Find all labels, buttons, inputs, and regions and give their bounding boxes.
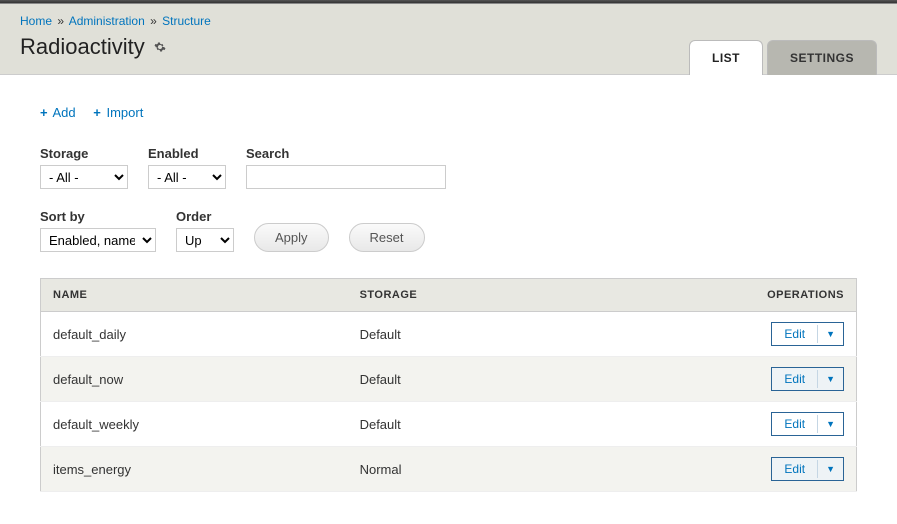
search-input[interactable]	[246, 165, 446, 189]
storage-select[interactable]: - All -	[40, 165, 128, 189]
cell-name: default_weekly	[41, 402, 348, 447]
edit-button[interactable]: Edit▼	[771, 412, 844, 436]
sortby-select[interactable]: Enabled, name	[40, 228, 156, 252]
filter-enabled: Enabled - All -	[148, 146, 226, 189]
breadcrumb-structure[interactable]: Structure	[162, 14, 211, 28]
cell-storage: Default	[348, 312, 575, 357]
reset-button[interactable]: Reset	[349, 223, 425, 252]
plus-icon: +	[93, 105, 101, 120]
plus-icon: +	[40, 105, 48, 120]
enabled-label: Enabled	[148, 146, 226, 161]
edit-label: Edit	[772, 323, 817, 345]
edit-label: Edit	[772, 413, 817, 435]
filters-row-1: Storage - All - Enabled - All - Search	[40, 146, 857, 189]
filter-search: Search	[246, 146, 446, 189]
edit-button[interactable]: Edit▼	[771, 457, 844, 481]
chevron-down-icon[interactable]: ▼	[817, 460, 843, 478]
col-operations: Operations	[575, 279, 857, 312]
filters-row-2: Sort by Enabled, name Order Up Apply Res…	[40, 209, 857, 252]
cell-storage: Normal	[348, 447, 575, 492]
cell-name: default_daily	[41, 312, 348, 357]
page-title-text: Radioactivity	[20, 34, 145, 60]
table-row: default_dailyDefault Edit▼	[41, 312, 857, 357]
search-label: Search	[246, 146, 446, 161]
cell-name: default_now	[41, 357, 348, 402]
order-label: Order	[176, 209, 234, 224]
header-region: Home » Administration » Structure Radioa…	[0, 4, 897, 75]
tab-list[interactable]: LIST	[689, 40, 763, 75]
tab-settings[interactable]: SETTINGS	[767, 40, 877, 75]
breadcrumb-sep: »	[57, 14, 64, 28]
edit-button[interactable]: Edit▼	[771, 322, 844, 346]
breadcrumb-administration[interactable]: Administration	[69, 14, 145, 28]
listing-table: Name Storage Operations default_dailyDef…	[40, 278, 857, 492]
filter-sortby: Sort by Enabled, name	[40, 209, 156, 252]
cell-storage: Default	[348, 402, 575, 447]
tabs: LIST SETTINGS	[689, 39, 877, 74]
filter-order: Order Up	[176, 209, 234, 252]
content: + Add + Import Storage - All - Enabled -…	[0, 75, 897, 522]
table-row: items_energyNormal Edit▼	[41, 447, 857, 492]
order-select[interactable]: Up	[176, 228, 234, 252]
filter-storage: Storage - All -	[40, 146, 128, 189]
col-name: Name	[41, 279, 348, 312]
cell-operations: Edit▼	[575, 447, 857, 492]
cell-operations: Edit▼	[575, 357, 857, 402]
chevron-down-icon[interactable]: ▼	[817, 325, 843, 343]
cell-operations: Edit▼	[575, 312, 857, 357]
cell-operations: Edit▼	[575, 402, 857, 447]
import-link[interactable]: + Import	[93, 105, 143, 120]
breadcrumb-sep: »	[150, 14, 157, 28]
breadcrumb-home[interactable]: Home	[20, 14, 52, 28]
action-links: + Add + Import	[40, 105, 857, 120]
apply-button[interactable]: Apply	[254, 223, 329, 252]
col-storage: Storage	[348, 279, 575, 312]
cell-name: items_energy	[41, 447, 348, 492]
chevron-down-icon[interactable]: ▼	[817, 415, 843, 433]
breadcrumb: Home » Administration » Structure	[20, 14, 877, 28]
sortby-label: Sort by	[40, 209, 156, 224]
table-row: default_nowDefault Edit▼	[41, 357, 857, 402]
page-title: Radioactivity	[20, 34, 167, 74]
add-link[interactable]: + Add	[40, 105, 76, 120]
edit-button[interactable]: Edit▼	[771, 367, 844, 391]
enabled-select[interactable]: - All -	[148, 165, 226, 189]
edit-label: Edit	[772, 458, 817, 480]
edit-label: Edit	[772, 368, 817, 390]
storage-label: Storage	[40, 146, 128, 161]
chevron-down-icon[interactable]: ▼	[817, 370, 843, 388]
cell-storage: Default	[348, 357, 575, 402]
table-row: default_weeklyDefault Edit▼	[41, 402, 857, 447]
gear-icon[interactable]	[153, 40, 167, 54]
